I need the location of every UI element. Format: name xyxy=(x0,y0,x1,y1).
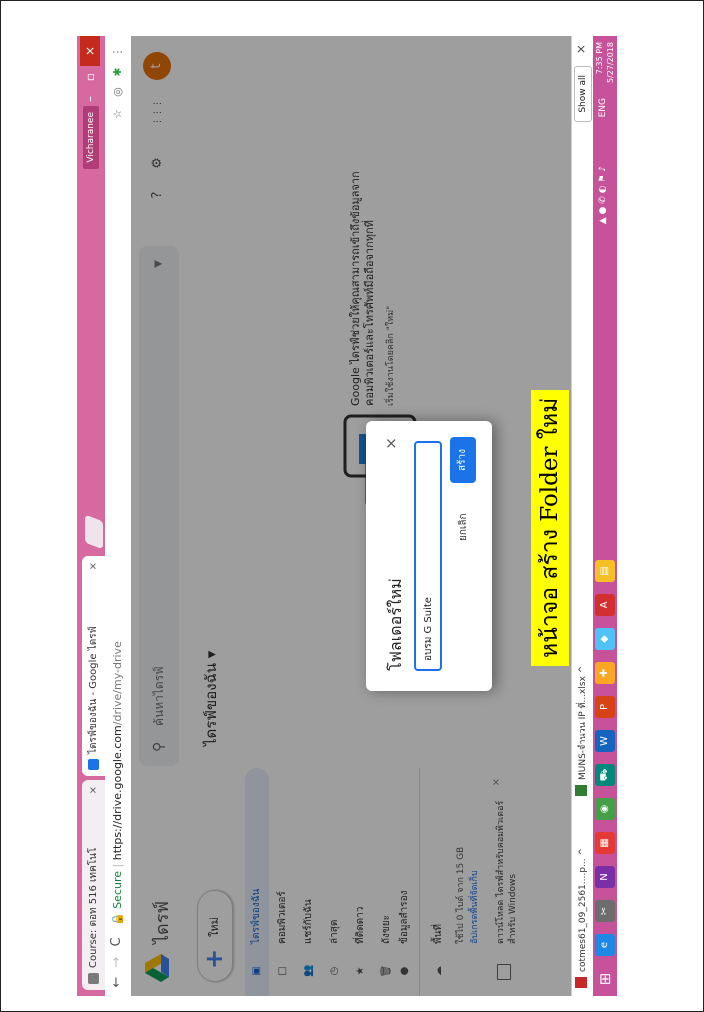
download-item-pdf[interactable]: cotmes61_09_2561....p... ^ xyxy=(575,848,591,988)
close-icon[interactable]: × xyxy=(82,562,105,570)
close-icon[interactable]: × xyxy=(82,786,105,794)
download-item-xlsx[interactable]: MUNS-จำนวน IP ที่...xlsx ^ xyxy=(575,666,591,796)
close-icon[interactable]: × xyxy=(382,437,400,450)
grid-icon[interactable]: ▦ xyxy=(595,832,615,854)
extension-icon[interactable]: ◎ xyxy=(110,84,126,100)
browser-title-bar: Course: ตอท 516 เทคโนโ × ไดรฟ์ของฉัน - G… xyxy=(77,36,105,996)
notepad-icon[interactable]: ▤ xyxy=(595,560,615,582)
show-all-button[interactable]: Show all xyxy=(574,66,592,122)
language-indicator[interactable]: ENG xyxy=(598,98,608,117)
folder-name-input[interactable] xyxy=(414,441,442,671)
minimize-button[interactable]: – xyxy=(80,88,100,110)
dialog-title: โฟลเดอร์ใหม่ xyxy=(386,578,405,671)
annotation-caption: หน้าจอ สร้าง Folder ใหม่ xyxy=(531,389,569,666)
new-tab-button[interactable] xyxy=(85,514,103,550)
android-icon[interactable]: ✱ xyxy=(110,64,126,80)
maximize-button[interactable]: ▫ xyxy=(80,66,100,88)
new-folder-dialog: โฟลเดอร์ใหม่ × ยกเลิก สร้าง xyxy=(366,421,492,691)
tab-label: Course: ตอท 516 เทคโนโ xyxy=(88,847,99,968)
onenote-icon[interactable]: N xyxy=(595,866,615,888)
reload-button[interactable]: C xyxy=(109,932,124,952)
lock-icon: 🔒 xyxy=(111,912,124,926)
scissors-icon[interactable]: ✂ xyxy=(595,900,615,922)
download-bar: cotmes61_09_2561....p... ^ MUNS-จำนวน IP… xyxy=(571,36,594,996)
cancel-button[interactable]: ยกเลิก xyxy=(456,513,471,541)
acrobat-icon[interactable]: A xyxy=(595,594,615,616)
excel-file-icon xyxy=(575,785,587,796)
page-frame: Course: ตอท 516 เทคโนโ × ไดรฟ์ของฉัน - G… xyxy=(0,0,704,1012)
close-icon[interactable]: × xyxy=(574,44,588,54)
start-button[interactable]: ⊞ xyxy=(595,968,615,990)
create-button[interactable]: สร้าง xyxy=(450,437,476,483)
drive-app: ไดรฟ์ ⚲ ค้นหาไดรฟ์ ▼ ? ⚙ ⋮⋮⋮ t + ใหม่ ▣ … xyxy=(131,36,571,996)
word-icon[interactable]: W xyxy=(595,730,615,752)
address-bar: ← → C 🔒 Secure | https://drive.google.co… xyxy=(105,36,132,996)
windows-taskbar: ⊞ e ✂ N ▦ ◉ ⛟ W P ✚ ◆ A ▤ ▲ ● ✆ ◐ ⚑ ♪ ENG 7:35 PM 5… xyxy=(593,36,617,996)
download-label: cotmes61_09_2561....p... ^ xyxy=(578,848,588,972)
star-icon[interactable]: ☆ xyxy=(110,106,126,122)
tab-course[interactable]: Course: ตอท 516 เทคโนโ × xyxy=(82,780,105,990)
url-path: /drive/my-drive xyxy=(111,641,124,726)
back-button[interactable]: ← xyxy=(109,972,124,992)
download-label: MUNS-จำนวน IP ที่...xlsx ^ xyxy=(578,665,588,780)
drive-favicon-icon xyxy=(88,759,99,770)
course-favicon-icon xyxy=(88,973,99,984)
chrome-icon[interactable]: ◉ xyxy=(595,798,615,820)
modal-backdrop xyxy=(131,36,571,996)
secure-label: Secure xyxy=(111,870,124,909)
profile-badge[interactable]: Vicharanee xyxy=(83,106,99,169)
menu-icon[interactable]: ⋮ xyxy=(110,44,126,60)
plugin-icon[interactable]: ✚ xyxy=(595,662,615,684)
store-icon[interactable]: ⛟ xyxy=(595,764,615,786)
clock-time: 7:35 PM xyxy=(595,42,604,75)
window-close-button[interactable]: × xyxy=(80,36,100,66)
ie-icon[interactable]: e xyxy=(595,934,615,956)
tray-icons[interactable]: ▲ ● ✆ ◐ ⚑ ♪ xyxy=(598,166,608,224)
clock[interactable]: 7:35 PM 5/27/2018 xyxy=(594,42,616,83)
forward-button[interactable]: → xyxy=(109,952,124,972)
url-field[interactable]: 🔒 Secure | https://drive.google.com/driv… xyxy=(108,126,128,926)
tab-my-drive[interactable]: ไดรฟ์ของฉัน - Google ไดรฟ์ × xyxy=(82,556,105,776)
pdf-file-icon xyxy=(575,977,587,988)
powerpoint-icon[interactable]: P xyxy=(595,696,615,718)
url-host: https://drive.google.com xyxy=(111,725,124,861)
paint-icon[interactable]: ◆ xyxy=(595,628,615,650)
screenshot: Course: ตอท 516 เทคโนโ × ไดรฟ์ของฉัน - G… xyxy=(77,36,617,996)
tab-label: ไดรฟ์ของฉัน - Google ไดรฟ์ xyxy=(88,626,99,754)
clock-date: 5/27/2018 xyxy=(606,42,615,84)
